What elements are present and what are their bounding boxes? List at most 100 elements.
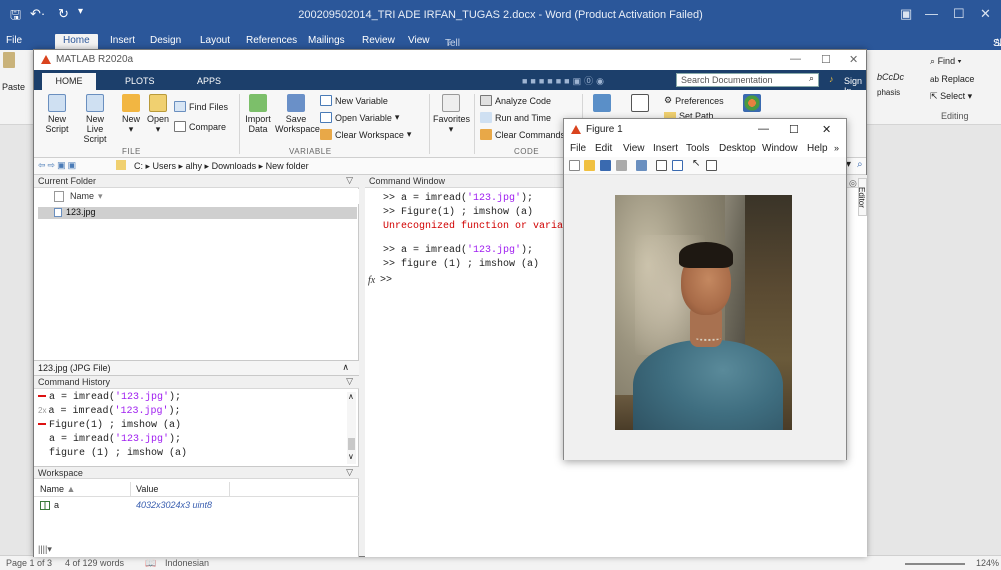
word-tab-review[interactable]: Review — [362, 35, 395, 46]
pointer-icon[interactable]: ↖ — [692, 158, 703, 169]
select-button[interactable]: ⇱ Select ▾ — [930, 91, 972, 102]
layout-button[interactable] — [629, 94, 651, 114]
quick-access-toolbar[interactable]: ■■■■■■▣⓪◉ — [522, 74, 607, 86]
menu-help[interactable]: Help — [807, 143, 828, 154]
scroll-down-icon[interactable]: ∨ — [348, 452, 354, 461]
word-tab-design[interactable]: Design — [150, 35, 181, 46]
history-item[interactable]: Figure(1) ; imshow (a) — [38, 420, 181, 431]
minimize-icon[interactable]: — — [925, 6, 938, 21]
new-variable-button[interactable]: New Variable — [320, 95, 388, 106]
add-ons-button[interactable] — [741, 94, 763, 114]
find-button[interactable]: ⌕ Find ▾ — [930, 56, 961, 67]
save-workspace-button[interactable]: Save Workspace — [275, 94, 320, 134]
paste-label[interactable]: Paste — [2, 82, 25, 92]
menu-view[interactable]: View — [623, 143, 645, 154]
table-row[interactable]: a 4032x3024x3 uint8 — [34, 499, 359, 513]
word-tab-insert[interactable]: Insert — [110, 35, 135, 46]
history-scrollbar[interactable]: ∧ ∨ — [347, 392, 356, 464]
panel-menu-icon[interactable]: ▽ — [346, 376, 353, 387]
word-tab-mailings[interactable]: Mailings — [308, 35, 345, 46]
style-gallery-fragment[interactable]: bCcDc — [877, 72, 904, 82]
maximize-icon[interactable]: ☐ — [789, 123, 799, 136]
legend-icon[interactable] — [672, 160, 683, 171]
new-button[interactable]: New ▾ — [118, 94, 144, 134]
word-tab-layout[interactable]: Layout — [200, 35, 230, 46]
current-folder-path[interactable]: C: ▸ Users ▸ alhy ▸ Downloads ▸ New fold… — [134, 161, 309, 172]
paste-icon[interactable] — [3, 52, 15, 68]
nav-back-forward-icons[interactable]: ⇦⇨▣▣ — [38, 160, 78, 171]
proofing-icon[interactable]: 📖 — [145, 558, 156, 569]
chevron-up-icon[interactable]: ∧ — [342, 362, 349, 373]
word-tab-references[interactable]: References — [246, 35, 297, 46]
zoom-slider[interactable] — [905, 563, 965, 565]
editor-side-tab[interactable]: Editor — [857, 178, 867, 216]
word-tab-home[interactable]: Home — [55, 34, 98, 49]
word-count[interactable]: 4 of 129 words — [65, 558, 124, 568]
clear-commands-button[interactable]: Clear Commands — [480, 129, 565, 140]
figure-canvas[interactable] — [564, 175, 846, 460]
search-documentation-input[interactable]: Search Documentation — [676, 73, 819, 87]
print-icon[interactable] — [616, 160, 627, 171]
open-file-icon[interactable] — [584, 160, 595, 171]
zoom-level[interactable]: 124% — [976, 558, 999, 568]
tab-plots[interactable]: PLOTS — [125, 76, 155, 86]
maximize-icon[interactable]: ☐ — [953, 6, 965, 22]
minimize-icon[interactable]: — — [758, 123, 769, 135]
minimize-icon[interactable]: — — [790, 53, 801, 65]
panel-menu-icon[interactable]: ◎ — [849, 178, 857, 189]
close-icon[interactable]: ✕ — [849, 53, 858, 66]
find-files-button[interactable]: Find Files — [174, 101, 228, 112]
word-tab-file[interactable]: File — [6, 35, 22, 46]
notification-bell-icon[interactable]: ♪ — [829, 74, 834, 84]
word-tab-view[interactable]: View — [408, 35, 430, 46]
scroll-up-icon[interactable]: ∧ — [348, 392, 354, 401]
analyze-code-button[interactable]: Analyze Code — [480, 95, 551, 106]
list-item[interactable]: 123.jpg — [38, 207, 357, 219]
page-count[interactable]: Page 1 of 3 — [6, 558, 52, 568]
history-item[interactable]: a = imread('123.jpg'); — [38, 434, 181, 445]
run-and-time-button[interactable]: Run and Time — [480, 112, 551, 123]
property-inspector-icon[interactable] — [706, 160, 717, 171]
import-data-button[interactable]: Import Data — [243, 94, 273, 134]
menu-insert[interactable]: Insert — [653, 143, 678, 154]
fx-icon[interactable]: fx — [368, 275, 375, 286]
maximize-icon[interactable]: ☐ — [821, 53, 831, 66]
open-button[interactable]: Open ▾ — [144, 94, 172, 134]
style-emphasis-fragment[interactable]: phasis — [877, 88, 900, 97]
history-item[interactable]: a = imread('123.jpg'); — [38, 392, 181, 403]
close-icon[interactable]: ✕ — [822, 123, 831, 136]
new-script-button[interactable]: New Script — [42, 94, 72, 134]
panel-resize-handle[interactable]: ||||▾ — [38, 544, 52, 555]
open-variable-button[interactable]: Open Variable ▾ — [320, 112, 399, 123]
menu-tools[interactable]: Tools — [686, 143, 709, 154]
workspace-col-value[interactable]: Value — [136, 484, 158, 494]
new-live-script-button[interactable]: New Live Script — [74, 94, 116, 144]
workspace-col-name[interactable]: Name ▲ — [40, 484, 75, 494]
search-icon[interactable]: ⌕ — [809, 73, 814, 84]
panel-menu-icon[interactable]: ▽ — [346, 467, 353, 478]
history-item[interactable]: 2x a = imread('123.jpg'); — [38, 406, 181, 417]
menu-file[interactable]: File — [570, 143, 586, 154]
menu-overflow-icon[interactable]: » — [834, 143, 839, 153]
search-folder-icon[interactable]: ⌕ — [857, 159, 863, 170]
language-indicator[interactable]: Indonesian — [165, 558, 209, 568]
clear-workspace-button[interactable]: Clear Workspace ▾ — [320, 129, 411, 140]
close-icon[interactable]: ✕ — [980, 6, 991, 22]
menu-window[interactable]: Window — [762, 143, 798, 154]
colorbar-icon[interactable] — [656, 160, 667, 171]
link-plot-icon[interactable] — [636, 160, 647, 171]
replace-button[interactable]: ab Replace — [930, 74, 974, 84]
ribbon-display-icon[interactable]: ▣ — [900, 6, 912, 22]
new-figure-icon[interactable] — [569, 160, 580, 171]
name-column-header[interactable]: Name ▾ — [34, 189, 359, 204]
menu-edit[interactable]: Edit — [595, 143, 612, 154]
preferences-button[interactable]: ⚙ Preferences — [664, 95, 724, 106]
panel-menu-icon[interactable]: ▽ — [346, 175, 353, 186]
tab-home[interactable]: HOME — [42, 73, 96, 90]
favorites-button[interactable]: Favorites ▾ — [433, 94, 470, 134]
compare-button[interactable]: Compare — [174, 121, 226, 132]
menu-desktop[interactable]: Desktop — [719, 143, 756, 154]
simulink-button[interactable] — [591, 94, 613, 114]
scroll-thumb[interactable] — [348, 438, 355, 450]
history-item[interactable]: figure (1) ; imshow (a) — [38, 448, 187, 459]
